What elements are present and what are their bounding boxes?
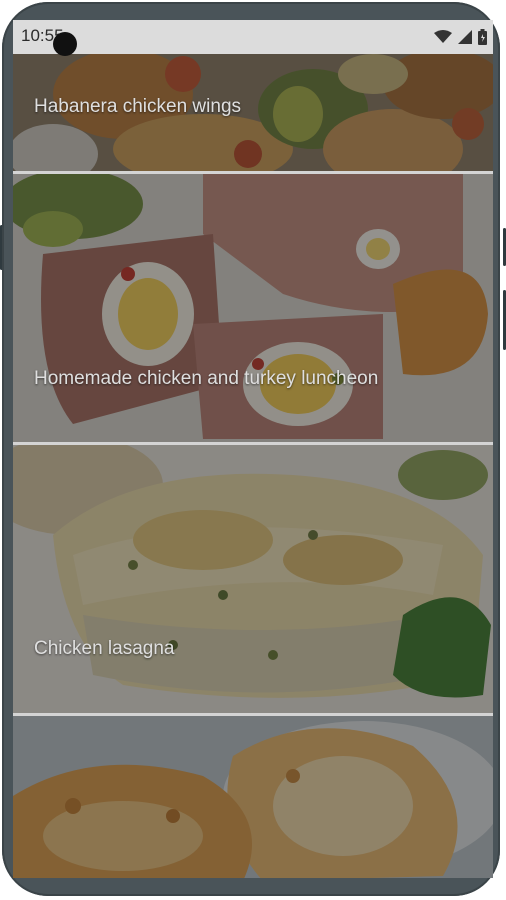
recipe-card[interactable]: Habanera chicken wings (13, 54, 493, 174)
status-icons (434, 26, 487, 48)
card-shade (13, 716, 493, 878)
recipe-title: Homemade chicken and turkey luncheon (34, 368, 379, 389)
card-shade (13, 445, 493, 713)
camera-cutout (53, 32, 77, 56)
recipe-feed: Habanera chicken wings Homemade chicken … (13, 54, 493, 878)
recipe-title: Habanera chicken wings (34, 96, 242, 117)
recipe-card[interactable] (13, 716, 493, 878)
card-shade (13, 174, 493, 442)
phone-device: 10:55 Habanera chicken wings Homemade ch… (0, 0, 506, 900)
wifi-icon (434, 30, 452, 44)
battery-icon (478, 29, 487, 45)
recipe-card[interactable]: Homemade chicken and turkey luncheon (13, 174, 493, 445)
recipe-card[interactable]: Chicken lasagna (13, 445, 493, 716)
recipe-title: Chicken lasagna (34, 638, 175, 659)
cell-signal-icon (458, 30, 472, 44)
app-screen: 10:55 Habanera chicken wings Homemade ch… (13, 20, 493, 878)
status-bar: 10:55 (13, 20, 493, 54)
